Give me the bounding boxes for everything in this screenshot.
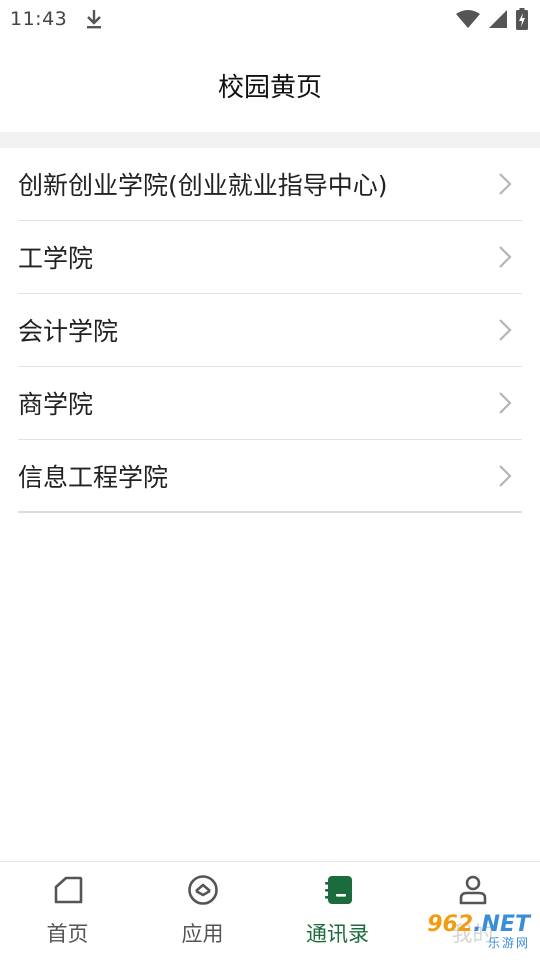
status-right: [456, 8, 528, 30]
person-icon: [456, 873, 490, 907]
chevron-right-icon: [494, 461, 516, 491]
page-header: 校园黄页: [0, 38, 540, 132]
list-item[interactable]: 工学院: [18, 221, 522, 294]
list-item[interactable]: 会计学院: [18, 294, 522, 367]
nav-item-apps[interactable]: 应用: [135, 862, 270, 960]
list-item[interactable]: 创新创业学院(创业就业指导中心): [18, 148, 522, 221]
list-item-label: 创新创业学院(创业就业指导中心): [18, 171, 388, 200]
header-divider: [0, 132, 540, 148]
chevron-right-icon: [494, 388, 516, 418]
nav-label: 应用: [181, 922, 224, 946]
apps-icon: [186, 873, 220, 907]
chevron-right-icon: [494, 315, 516, 345]
download-icon: [85, 8, 103, 30]
battery-charging-icon: [516, 8, 528, 30]
list-item-label: 会计学院: [18, 317, 119, 346]
department-list: 创新创业学院(创业就业指导中心) 工学院 会计学院 商学院 信息工程学院: [0, 148, 540, 513]
list-item[interactable]: 商学院: [18, 367, 522, 440]
nav-label: 首页: [46, 922, 89, 946]
watermark-brand: 962.NET: [427, 914, 530, 936]
status-time: 11:43: [10, 8, 68, 30]
wifi-icon: [456, 9, 480, 29]
site-watermark: 962.NET 乐游网: [400, 908, 536, 956]
contacts-book-icon: [321, 873, 355, 907]
status-left: 11:43: [10, 8, 103, 30]
status-bar: 11:43: [0, 0, 540, 38]
nav-item-home[interactable]: 首页: [0, 862, 135, 960]
nav-item-contacts[interactable]: 通讯录: [270, 862, 405, 960]
list-item-label: 信息工程学院: [18, 462, 169, 492]
chevron-right-icon: [494, 169, 516, 199]
list-item[interactable]: 信息工程学院: [18, 440, 522, 513]
page-title: 校园黄页: [217, 72, 322, 103]
watermark-number: 962: [427, 912, 474, 937]
nav-label: 通讯录: [306, 922, 369, 946]
chevron-right-icon: [494, 242, 516, 272]
list-item-label: 工学院: [18, 244, 94, 273]
watermark-subtitle: 乐游网: [487, 936, 530, 950]
home-icon: [51, 873, 85, 907]
watermark-net: .NET: [473, 912, 530, 937]
list-item-label: 商学院: [18, 390, 94, 419]
signal-icon: [488, 9, 508, 29]
